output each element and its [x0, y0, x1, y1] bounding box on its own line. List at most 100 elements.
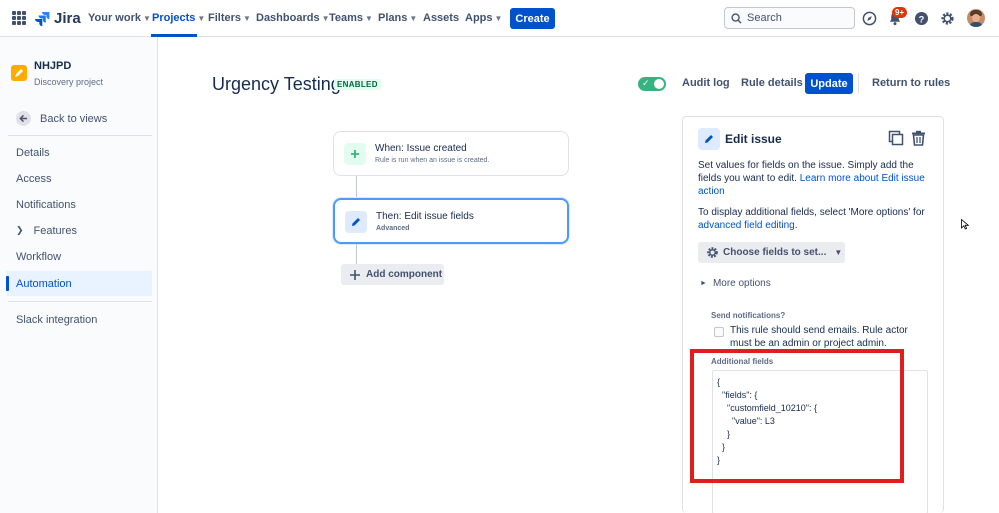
jira-logo-icon [35, 11, 50, 26]
advanced-field-editing-link[interactable]: advanced field editing [698, 220, 795, 231]
sidebar-divider [8, 135, 152, 136]
pencil-icon [698, 128, 720, 150]
trigger-description: Rule is run when an issue is created. [375, 157, 490, 164]
duplicate-icon[interactable] [887, 129, 905, 147]
chevron-down-icon: ▼ [142, 14, 151, 23]
nav-plans[interactable]: Plans ▼ [378, 12, 417, 24]
action-description: Advanced [376, 225, 410, 232]
flow-connector [356, 244, 357, 264]
nav-assets[interactable]: Assets [423, 12, 459, 24]
panel-title: Edit issue [725, 132, 782, 146]
send-notifications-label: Send notifications? [711, 311, 786, 320]
nav-apps[interactable]: Apps ▼ [465, 12, 502, 24]
jira-logo[interactable]: Jira [34, 10, 81, 27]
more-options-label: More options [712, 278, 771, 289]
sidebar-item-label: Access [16, 172, 52, 185]
nav-projects[interactable]: Projects ▼ [152, 12, 205, 24]
sidebar-item-label: Automation [16, 277, 72, 290]
chevron-down-icon: ▼ [834, 248, 843, 257]
send-notifications-checkbox[interactable] [714, 327, 724, 337]
sidebar-item-label: Slack integration [16, 313, 98, 326]
notification-count-badge: 9+ [892, 7, 908, 18]
choose-fields-label: Choose fields to set... [723, 247, 827, 258]
sidebar-item-details[interactable]: Details [6, 140, 152, 165]
red-highlight-box [690, 349, 904, 483]
sidebar-item-workflow[interactable]: Workflow [6, 244, 152, 269]
nav-filters[interactable]: Filters ▼ [208, 12, 251, 24]
gear-icon[interactable] [939, 10, 955, 26]
toggle-knob [654, 79, 664, 89]
advanced-note-end: . [794, 220, 798, 231]
help-icon[interactable]: ? [913, 10, 929, 26]
advanced-editing-note: To display additional fields, select 'Mo… [698, 206, 926, 232]
project-icon [11, 65, 27, 81]
flow-connector [356, 176, 357, 198]
more-options-toggle[interactable]: ► More options [700, 278, 771, 289]
sidebar-item-label: Workflow [16, 250, 62, 263]
sidebar: NHJPD Discovery project Back to views De… [0, 37, 158, 513]
project-type: Discovery project [34, 77, 104, 87]
nav-your-work[interactable]: Your work ▼ [88, 12, 151, 24]
nav-label: Projects [152, 12, 196, 24]
sidebar-item-slack-integration[interactable]: Slack integration [6, 307, 152, 332]
nav-label: Teams [329, 12, 364, 24]
sidebar-item-notifications[interactable]: Notifications [6, 192, 152, 217]
create-button[interactable]: Create [510, 8, 555, 29]
back-to-views-link[interactable]: Back to views [16, 111, 107, 126]
chevron-down-icon: ▼ [494, 14, 503, 23]
svg-text:?: ? [918, 14, 924, 24]
chevron-right-icon: ❯ [16, 225, 24, 235]
trigger-component[interactable]: When: Issue created Rule is run when an … [333, 131, 569, 176]
status-badge: ENABLED [334, 79, 381, 90]
sidebar-item-label: Details [16, 146, 50, 159]
add-component-button[interactable]: Add component [341, 264, 444, 285]
sidebar-divider [8, 301, 152, 302]
header-divider [858, 73, 859, 94]
update-button[interactable]: Update [805, 73, 853, 94]
arrow-left-icon [16, 111, 31, 126]
top-navigation: Jira Your work ▼ Projects ▼ Filters ▼ Dashb… [0, 0, 999, 37]
nav-teams[interactable]: Teams ▼ [329, 12, 373, 24]
search-box[interactable] [724, 7, 855, 29]
sidebar-item-label: Features [33, 224, 77, 237]
sidebar-item-access[interactable]: Access [6, 166, 152, 191]
audit-log-button[interactable]: Audit log [682, 77, 730, 89]
back-label: Back to views [40, 112, 108, 125]
search-icon [731, 12, 742, 24]
chevron-down-icon: ▼ [243, 14, 251, 23]
choose-fields-dropdown[interactable]: Choose fields to set... ▼ [698, 242, 845, 263]
action-component[interactable]: Then: Edit issue fields Advanced [333, 198, 569, 244]
nav-dashboards[interactable]: Dashboards ▼ [256, 12, 330, 24]
gear-icon [707, 247, 718, 258]
trash-icon[interactable] [909, 129, 927, 147]
compass-icon[interactable] [861, 10, 877, 26]
user-avatar[interactable] [967, 9, 985, 27]
project-name: NHJPD [34, 60, 72, 72]
add-component-label: Add component [366, 269, 443, 280]
nav-label: Plans [378, 12, 408, 24]
sidebar-item-automation[interactable]: Automation [6, 271, 152, 296]
pencil-icon [345, 211, 367, 233]
nav-label: Your work [88, 12, 141, 24]
rule-details-button[interactable]: Rule details [741, 77, 803, 89]
sidebar-item-features[interactable]: ❯ Features [6, 218, 152, 243]
nav-label: Assets [423, 12, 460, 24]
chevron-down-icon: ▼ [197, 14, 206, 23]
jira-logo-text: Jira [54, 10, 81, 27]
nav-label: Filters [208, 12, 242, 24]
advanced-note-text: To display additional fields, select 'Mo… [698, 207, 925, 218]
rule-enabled-toggle[interactable]: ✓ [638, 77, 666, 91]
app-switcher-icon[interactable] [12, 11, 26, 25]
nav-label: Apps [465, 12, 493, 24]
nav-label: Dashboards [256, 12, 320, 24]
check-icon: ✓ [642, 78, 650, 88]
sidebar-item-label: Notifications [16, 198, 76, 211]
chevron-down-icon: ▼ [409, 14, 418, 23]
chevron-right-icon: ► [700, 280, 707, 287]
return-to-rules-button[interactable]: Return to rules [872, 77, 950, 89]
send-notifications-text: This rule should send emails. Rule actor… [730, 325, 908, 349]
mouse-cursor-icon [961, 219, 969, 230]
search-input[interactable] [747, 12, 847, 24]
panel-description: Set values for fields on the issue. Simp… [698, 159, 926, 198]
page-title: Urgency Testing [212, 74, 341, 94]
